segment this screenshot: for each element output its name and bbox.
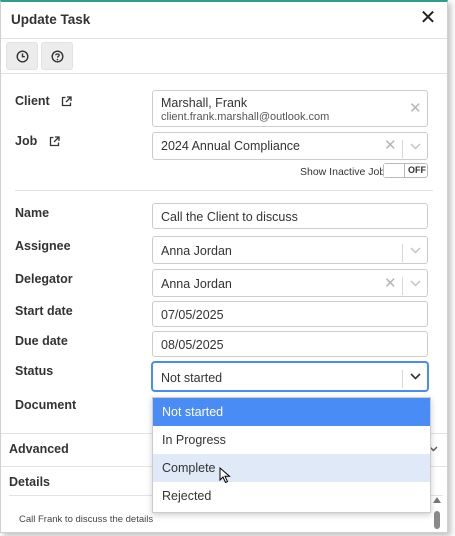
client-name: Marshall, Frank bbox=[161, 96, 248, 110]
due-date-value: 08/05/2025 bbox=[161, 338, 224, 352]
start-date-input[interactable]: 07/05/2025 bbox=[152, 301, 428, 327]
status-option-not-started[interactable]: Not started bbox=[153, 398, 430, 426]
clear-client-icon[interactable]: ✕ bbox=[409, 101, 422, 116]
assignee-label: Assignee bbox=[15, 239, 71, 253]
toggle-knob bbox=[384, 164, 405, 177]
scrollbar-thumb[interactable] bbox=[434, 511, 440, 529]
chevron-down-icon[interactable] bbox=[410, 373, 421, 380]
details-text: Call Frank to discuss the details bbox=[19, 514, 154, 525]
clear-job-icon[interactable]: ✕ bbox=[384, 138, 397, 153]
toolbar bbox=[1, 39, 447, 74]
status-option-rejected[interactable]: Rejected bbox=[153, 482, 430, 510]
delegator-select[interactable]: Anna Jordan ✕ bbox=[152, 269, 428, 297]
external-link-icon[interactable] bbox=[49, 136, 60, 147]
select-separator bbox=[402, 140, 403, 158]
dialog-title: Update Task bbox=[11, 12, 91, 27]
select-separator bbox=[402, 277, 403, 295]
due-date-label: Due date bbox=[15, 334, 68, 348]
name-input[interactable]: Call the Client to discuss bbox=[152, 203, 428, 229]
clock-icon bbox=[15, 49, 29, 63]
status-select[interactable]: Not started bbox=[152, 362, 428, 391]
show-inactive-toggle[interactable]: OFF bbox=[383, 163, 428, 178]
scroll-up-icon[interactable] bbox=[433, 497, 441, 503]
client-field[interactable]: Marshall, Frank client.frank.marshall@ou… bbox=[152, 90, 428, 127]
document-label: Document bbox=[15, 398, 77, 412]
job-value: 2024 Annual Compliance bbox=[161, 139, 300, 153]
select-separator bbox=[402, 244, 403, 262]
form-divider bbox=[15, 190, 433, 191]
client-label: Client bbox=[15, 94, 72, 108]
select-separator bbox=[402, 370, 403, 388]
history-button[interactable] bbox=[6, 42, 38, 70]
status-option-complete[interactable]: Complete bbox=[153, 454, 430, 482]
help-icon bbox=[50, 49, 64, 63]
chevron-down-icon[interactable] bbox=[410, 280, 421, 287]
mouse-cursor-icon bbox=[219, 467, 231, 484]
toggle-state: OFF bbox=[408, 165, 426, 175]
external-link-icon[interactable] bbox=[61, 96, 72, 107]
show-inactive-label: Show Inactive Jobs bbox=[300, 166, 391, 178]
help-button[interactable] bbox=[41, 42, 73, 70]
start-date-label: Start date bbox=[15, 304, 73, 318]
job-select[interactable]: 2024 Annual Compliance ✕ bbox=[152, 132, 428, 160]
status-option-in-progress[interactable]: In Progress bbox=[153, 426, 430, 454]
name-value: Call the Client to discuss bbox=[161, 210, 298, 224]
status-value: Not started bbox=[161, 371, 223, 385]
chevron-down-icon[interactable] bbox=[410, 143, 421, 150]
details-label: Details bbox=[9, 475, 50, 489]
status-label: Status bbox=[15, 364, 54, 378]
close-icon[interactable]: ✕ bbox=[417, 6, 439, 30]
name-label: Name bbox=[15, 206, 50, 220]
dialog-header: Update Task ✕ bbox=[1, 2, 447, 39]
job-label: Job bbox=[15, 134, 60, 148]
due-date-input[interactable]: 08/05/2025 bbox=[152, 331, 428, 357]
details-scrollbar[interactable] bbox=[433, 497, 441, 529]
assignee-value: Anna Jordan bbox=[161, 244, 232, 258]
client-email: client.frank.marshall@outlook.com bbox=[161, 111, 330, 123]
update-task-dialog: Update Task ✕ Client Marshall, Frank cli… bbox=[0, 0, 448, 533]
delegator-value: Anna Jordan bbox=[161, 277, 232, 291]
status-dropdown-menu: Not started In Progress Complete Rejecte… bbox=[152, 397, 431, 513]
clear-delegator-icon[interactable]: ✕ bbox=[384, 276, 397, 291]
assignee-select[interactable]: Anna Jordan bbox=[152, 236, 428, 264]
chevron-down-icon[interactable] bbox=[410, 247, 421, 254]
advanced-label: Advanced bbox=[9, 442, 69, 456]
delegator-label: Delegator bbox=[15, 272, 73, 286]
start-date-value: 07/05/2025 bbox=[161, 308, 224, 322]
